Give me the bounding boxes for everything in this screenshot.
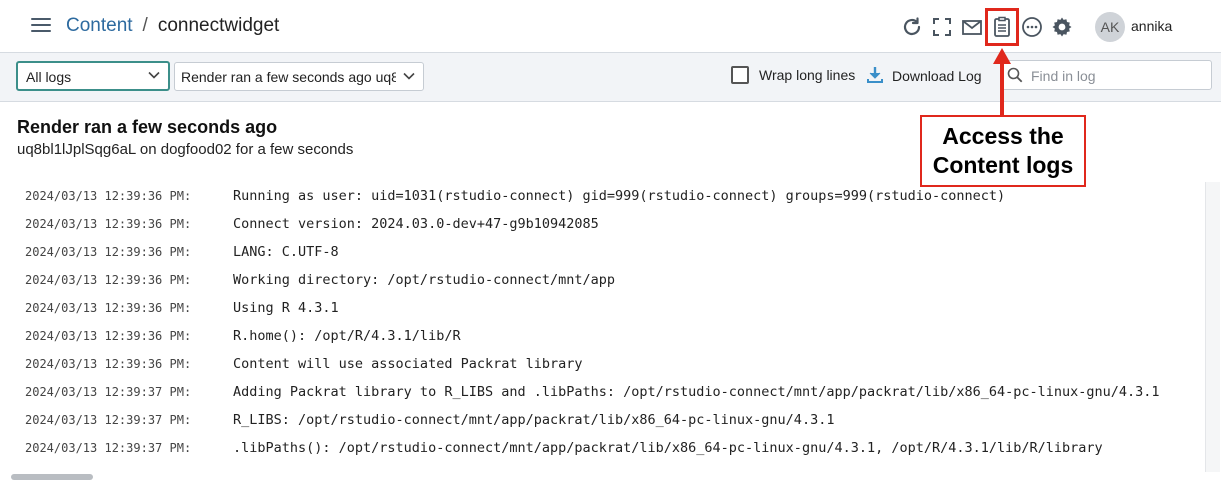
log-message: LANG: C.UTF-8 <box>233 244 339 260</box>
download-icon[interactable] <box>866 66 884 84</box>
log-message: Using R 4.3.1 <box>233 300 339 316</box>
wrap-lines-checkbox[interactable] <box>731 66 749 84</box>
log-message: Working directory: /opt/rstudio-connect/… <box>233 272 616 288</box>
log-message: Adding Packrat library to R_LIBS and .li… <box>233 384 1160 400</box>
log-timestamp: 2024/03/13 12:39:36 PM: <box>25 217 192 231</box>
breadcrumb: Content / connectwidget <box>66 15 279 37</box>
run-subtitle: uq8bl1lJplSqg6aL on dogfood02 for a few … <box>17 141 354 158</box>
vertical-scrollbar[interactable] <box>1205 182 1220 472</box>
download-log-button[interactable]: Download Log <box>892 68 982 84</box>
log-panel[interactable]: 2024/03/13 12:39:36 PM: Running as user: … <box>8 182 1205 472</box>
wrap-lines-label[interactable]: Wrap long lines <box>759 67 855 83</box>
annotation-line-2: Content logs <box>932 152 1074 178</box>
chevron-down-icon <box>403 72 415 80</box>
annotation-arrow <box>1000 62 1004 115</box>
log-message: .libPaths(): /opt/rstudio-connect/mnt/ap… <box>233 440 1103 456</box>
chevron-down-icon <box>148 71 160 79</box>
log-timestamp: 2024/03/13 12:39:37 PM: <box>25 385 192 399</box>
breadcrumb-content-link[interactable]: Content <box>66 15 133 36</box>
more-icon[interactable] <box>1020 15 1044 39</box>
run-title: Render ran a few seconds ago <box>17 117 278 137</box>
find-in-log-box <box>1000 60 1212 90</box>
search-icon <box>1007 67 1023 83</box>
breadcrumb-current: connectwidget <box>157 15 280 36</box>
top-bar: Content / connectwidget AK annika <box>0 0 1221 53</box>
log-timestamp: 2024/03/13 12:39:36 PM: <box>25 329 192 343</box>
annotation-line-1: Access the <box>942 123 1064 149</box>
log-filter-value: All logs <box>26 69 72 85</box>
email-icon[interactable] <box>960 15 984 39</box>
log-message: Content will use associated Packrat libr… <box>233 356 583 372</box>
find-in-log-input[interactable] <box>1029 65 1211 87</box>
log-timestamp: 2024/03/13 12:39:36 PM: <box>25 189 192 203</box>
fullscreen-icon[interactable] <box>930 15 954 39</box>
log-timestamp: 2024/03/13 12:39:36 PM: <box>25 245 192 259</box>
breadcrumb-separator: / <box>142 15 148 36</box>
horizontal-scrollbar[interactable] <box>8 472 1205 482</box>
log-message: Connect version: 2024.03.0-dev+47-g9b109… <box>233 216 599 232</box>
gear-icon[interactable] <box>1050 15 1074 39</box>
refresh-icon[interactable] <box>900 15 924 39</box>
run-select[interactable]: Render ran a few seconds ago uq8bl1lJplS… <box>174 62 424 91</box>
log-timestamp: 2024/03/13 12:39:36 PM: <box>25 301 192 315</box>
log-filter-select[interactable]: All logs <box>16 61 170 91</box>
log-message: R.home(): /opt/R/4.3.1/lib/R <box>233 328 461 344</box>
logs-icon-highlight <box>985 8 1019 46</box>
menu-icon[interactable] <box>31 18 51 32</box>
log-message: Running as user: uid=1031(rstudio-connec… <box>233 188 1006 204</box>
log-message: R_LIBS: /opt/rstudio-connect/mnt/app/pac… <box>233 412 835 428</box>
avatar[interactable]: AK <box>1095 12 1125 42</box>
run-select-value: Render ran a few seconds ago uq8bl1lJplS… <box>181 69 396 85</box>
horizontal-scrollbar-thumb[interactable] <box>11 474 93 480</box>
log-timestamp: 2024/03/13 12:39:37 PM: <box>25 441 192 455</box>
log-timestamp: 2024/03/13 12:39:37 PM: <box>25 413 192 427</box>
username[interactable]: annika <box>1131 18 1172 34</box>
log-timestamp: 2024/03/13 12:39:36 PM: <box>25 357 192 371</box>
log-timestamp: 2024/03/13 12:39:36 PM: <box>25 273 192 287</box>
annotation-callout: Access the Content logs <box>920 115 1086 187</box>
